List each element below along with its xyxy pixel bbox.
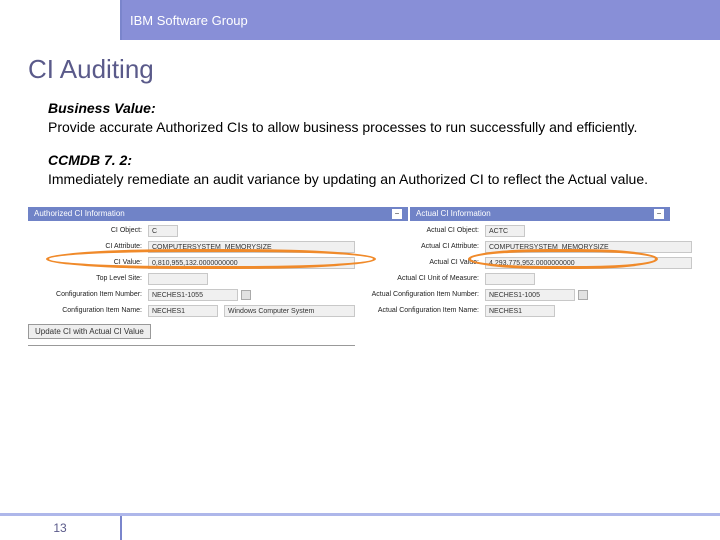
field-value[interactable]: NECHES1-1005 bbox=[485, 289, 575, 301]
field-value[interactable]: NECHES1 bbox=[485, 305, 555, 317]
field-label: Actual CI Object: bbox=[365, 227, 485, 234]
field-label: CI Object: bbox=[28, 227, 148, 234]
field-value[interactable]: Windows Computer System bbox=[224, 305, 355, 317]
page-number: 13 bbox=[0, 516, 122, 540]
field-label: CI Attribute: bbox=[28, 243, 148, 250]
field-value[interactable]: COMPUTERSYSTEM_MEMORYSIZE bbox=[485, 241, 692, 253]
screenshot-mock: Authorized CI Information − Actual CI In… bbox=[28, 207, 692, 346]
slide-footer: 13 bbox=[0, 516, 720, 540]
field-value[interactable]: C bbox=[148, 225, 178, 237]
field-label: Actual Configuration Item Name: bbox=[365, 307, 485, 314]
header-spacer bbox=[0, 0, 122, 40]
field-label: Actual CI Unit of Measure: bbox=[365, 275, 485, 282]
header-title: IBM Software Group bbox=[122, 0, 720, 40]
field-value[interactable]: 0,810,955,132.0000000000 bbox=[148, 257, 355, 269]
right-column: Actual CI Object:ACTC Actual CI Attribut… bbox=[365, 224, 692, 346]
field-label: Configuration Item Number: bbox=[28, 291, 148, 298]
ccmdb-section: CCMDB 7. 2: Immediately remediate an aud… bbox=[48, 151, 680, 189]
business-value-section: Business Value: Provide accurate Authori… bbox=[48, 99, 680, 137]
slide-title: CI Auditing bbox=[0, 40, 720, 99]
field-label: Configuration Item Name: bbox=[28, 307, 148, 314]
field-value[interactable] bbox=[148, 273, 208, 285]
field-value[interactable]: ACTC bbox=[485, 225, 525, 237]
business-value-label: Business Value: bbox=[48, 100, 156, 116]
ccmdb-text: Immediately remediate an audit variance … bbox=[48, 171, 648, 187]
lookup-icon[interactable] bbox=[578, 290, 588, 300]
field-label: Actual Configuration Item Number: bbox=[365, 291, 485, 298]
left-panel-header: Authorized CI Information − bbox=[28, 207, 408, 221]
field-label: Actual CI Attribute: bbox=[365, 243, 485, 250]
field-value[interactable]: COMPUTERSYSTEM_MEMORYSIZE bbox=[148, 241, 355, 253]
lookup-icon[interactable] bbox=[241, 290, 251, 300]
right-panel-header: Actual CI Information − bbox=[410, 207, 670, 221]
update-ci-button[interactable]: Update CI with Actual CI Value bbox=[28, 324, 151, 339]
ccmdb-label: CCMDB 7. 2: bbox=[48, 152, 132, 168]
collapse-icon[interactable]: − bbox=[392, 209, 402, 219]
right-panel-title: Actual CI Information bbox=[416, 209, 491, 218]
left-panel-title: Authorized CI Information bbox=[34, 209, 125, 218]
field-label: Actual CI Value: bbox=[365, 259, 485, 266]
field-value[interactable]: NECHES1-1055 bbox=[148, 289, 238, 301]
business-value-text: Provide accurate Authorized CIs to allow… bbox=[48, 119, 637, 135]
slide-header: IBM Software Group bbox=[0, 0, 720, 40]
body-content: Business Value: Provide accurate Authori… bbox=[0, 99, 720, 189]
field-value[interactable]: 4,293,775,952.0000000000 bbox=[485, 257, 692, 269]
footer-spacer bbox=[122, 516, 720, 540]
collapse-icon[interactable]: − bbox=[654, 209, 664, 219]
field-label: CI Value: bbox=[28, 259, 148, 266]
field-label: Top Level Site: bbox=[28, 275, 148, 282]
left-column: CI Object:C CI Attribute:COMPUTERSYSTEM_… bbox=[28, 224, 355, 346]
field-value[interactable] bbox=[485, 273, 535, 285]
divider bbox=[28, 345, 355, 346]
field-value[interactable]: NECHES1 bbox=[148, 305, 218, 317]
